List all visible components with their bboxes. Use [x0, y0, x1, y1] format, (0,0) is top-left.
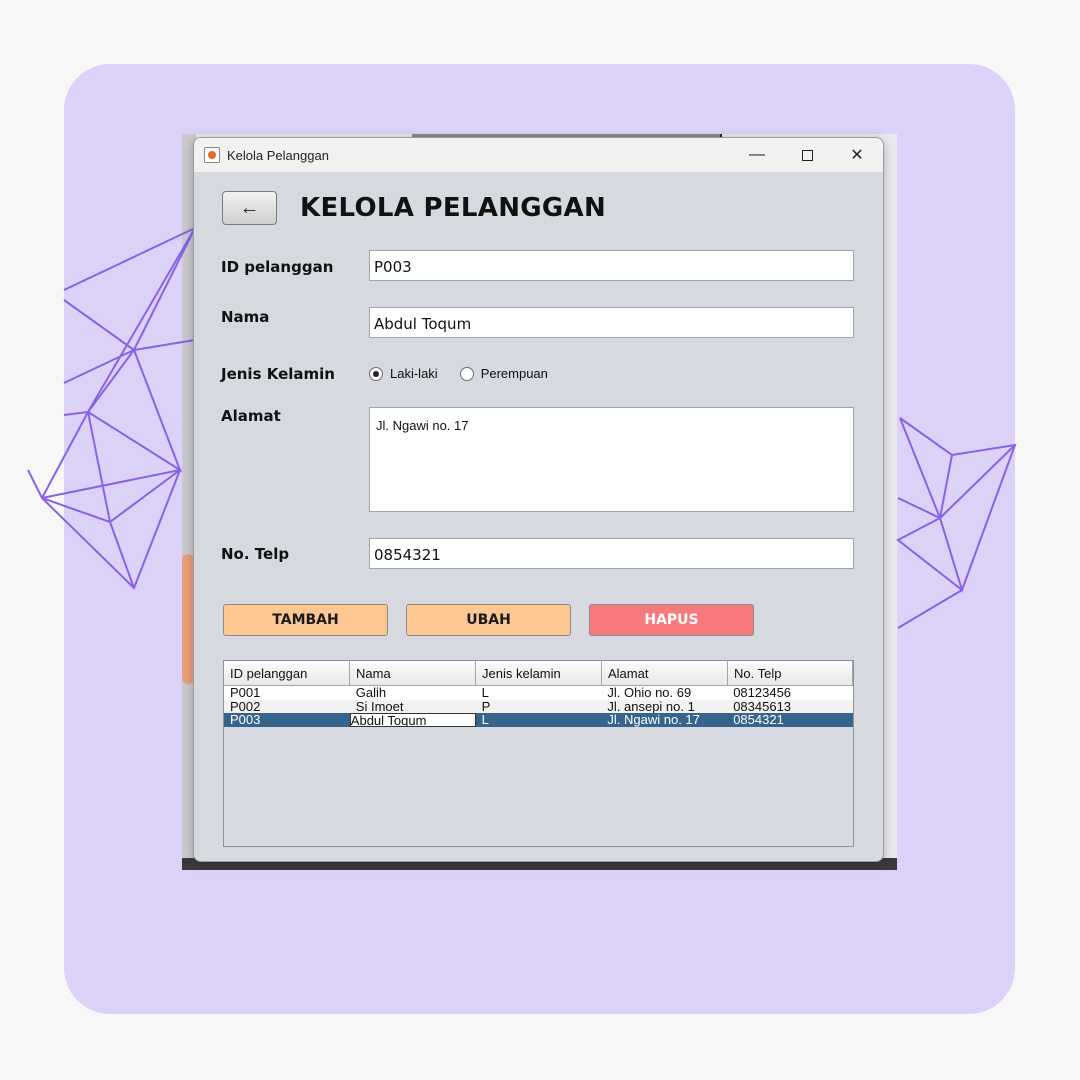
- column-header[interactable]: No. Telp: [728, 661, 853, 685]
- table-header: ID pelanggan Nama Jenis kelamin Alamat N…: [224, 661, 853, 686]
- table-cell: L: [481, 686, 489, 700]
- column-header[interactable]: Jenis kelamin: [476, 661, 602, 685]
- table-cell: Jl. Ngawi no. 17: [607, 713, 700, 727]
- column-header[interactable]: ID pelanggan: [224, 661, 350, 685]
- alamat-label: Alamat: [221, 407, 281, 425]
- laki-laki-label[interactable]: Laki-laki: [390, 366, 438, 381]
- minimize-button[interactable]: —: [734, 138, 780, 172]
- table-cell: P001: [230, 686, 261, 700]
- perempuan-label[interactable]: Perempuan: [481, 366, 548, 381]
- title-bar: Kelola Pelanggan — ✕: [194, 138, 883, 172]
- nama-field[interactable]: Abdul Toqum: [369, 307, 854, 338]
- table-row-selected[interactable]: P003 Abdul Toqum L Jl. Ngawi no. 17 0854…: [224, 713, 853, 727]
- table-cell: Jl. ansepi no. 1: [607, 699, 695, 713]
- page-title: KELOLA PELANGGAN: [300, 193, 607, 223]
- table-cell: P003: [230, 713, 261, 727]
- maximize-button[interactable]: [784, 138, 830, 172]
- java-app-icon: [204, 147, 220, 163]
- table-cell: L: [481, 713, 489, 727]
- table-cell: P002: [230, 699, 261, 713]
- perempuan-radio[interactable]: [459, 366, 474, 381]
- id-pelanggan-label: ID pelanggan: [221, 258, 334, 276]
- table-row[interactable]: P001 Galih L Jl. Ohio no. 69 08123456: [224, 686, 853, 700]
- table-cell: 0854321: [733, 713, 784, 727]
- table-cell: 08345613: [733, 699, 792, 713]
- column-header[interactable]: Alamat: [602, 661, 728, 685]
- kelola-pelanggan-window: Kelola Pelanggan — ✕ ← KELOLA PELANGGAN …: [193, 137, 884, 862]
- close-button[interactable]: ✕: [834, 138, 880, 172]
- back-button[interactable]: ←: [222, 191, 277, 225]
- jenis-kelamin-label: Jenis Kelamin: [221, 365, 335, 383]
- column-header[interactable]: Nama: [350, 661, 476, 685]
- table-cell: Jl. Ohio no. 69: [607, 686, 692, 700]
- gender-radio-group: Laki-laki Perempuan: [369, 366, 570, 381]
- ubah-button[interactable]: UBAH: [406, 604, 571, 636]
- id-pelanggan-field[interactable]: P003: [369, 250, 854, 281]
- hapus-button[interactable]: HAPUS: [589, 604, 754, 636]
- no-telp-label: No. Telp: [221, 545, 290, 563]
- table-cell: Si Imoet: [355, 699, 404, 713]
- table-cell: 08123456: [733, 686, 792, 700]
- tambah-button[interactable]: TAMBAH: [223, 604, 388, 636]
- pelanggan-table[interactable]: ID pelanggan Nama Jenis kelamin Alamat N…: [223, 660, 854, 847]
- window-title: Kelola Pelanggan: [227, 147, 329, 163]
- table-cell-editor[interactable]: Abdul Toqum: [349, 713, 476, 727]
- nama-label: Nama: [221, 308, 270, 326]
- alamat-textarea[interactable]: Jl. Ngawi no. 17: [369, 407, 854, 512]
- laki-laki-radio[interactable]: [369, 366, 383, 381]
- table-cell: P: [481, 699, 491, 713]
- no-telp-field[interactable]: 0854321: [369, 538, 854, 569]
- table-cell: Galih: [355, 686, 387, 700]
- table-row[interactable]: P002 Si Imoet P Jl. ansepi no. 1 0834561…: [224, 699, 853, 713]
- maximize-icon: [801, 149, 813, 161]
